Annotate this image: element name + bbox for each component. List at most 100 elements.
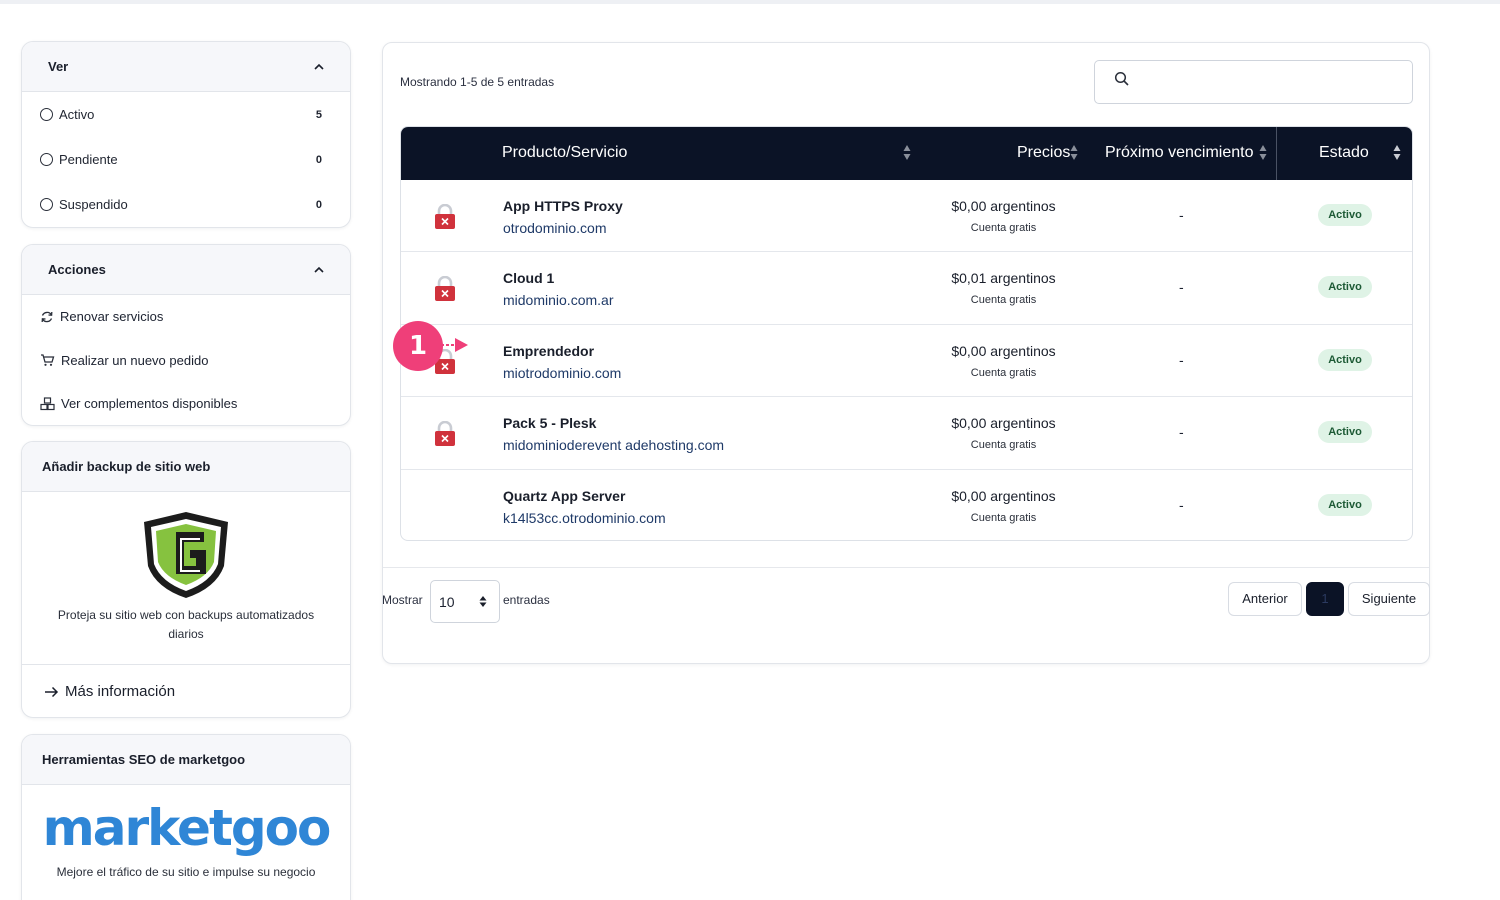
chevron-up-icon[interactable] xyxy=(314,62,324,72)
billing-type: Cuenta gratis xyxy=(970,222,1037,234)
product-price: $0,01 argentinos xyxy=(951,270,1056,287)
view-filter-suspendido[interactable]: Suspendido 0 xyxy=(22,182,350,227)
refresh-icon xyxy=(41,311,53,322)
product-price: $0,00 argentinos xyxy=(951,198,1056,214)
table-row[interactable]: Emprendedor miotrodominio.com $0,00 arge… xyxy=(401,325,1412,398)
marketgoo-logo: marketgoo xyxy=(42,799,332,857)
more-info-label: Más información xyxy=(65,683,176,700)
table-row[interactable]: Pack 5 - Plesk midominioderevent adehost… xyxy=(401,397,1412,470)
backup-promo-description: Proteja su sitio web con backups automat… xyxy=(57,608,315,641)
services-table: Producto/Servicio Precios Próximo vencim… xyxy=(400,126,1413,541)
column-status[interactable]: Estado xyxy=(1319,144,1369,162)
table-footer: Mostrar 10 entradas Anterior 1 Siguiente xyxy=(382,580,1430,624)
product-name[interactable]: App HTTPS Proxy xyxy=(503,198,623,214)
arrow-right-icon xyxy=(45,686,59,697)
action-label: Realizar un nuevo pedido xyxy=(61,352,209,368)
services-table-container: Mostrando 1-5 de 5 entradas Producto/Ser… xyxy=(383,43,1429,568)
action-label: Renovar servicios xyxy=(60,309,164,325)
next-due-date: - xyxy=(1179,207,1184,223)
step-callout-badge: 1 xyxy=(393,321,443,371)
table-row[interactable]: App HTTPS Proxy otrodominio.com $0,00 ar… xyxy=(401,180,1412,253)
lock-icon xyxy=(435,421,455,447)
product-name[interactable]: Quartz App Server xyxy=(503,488,625,504)
action-renew-services[interactable]: Renovar servicios xyxy=(22,295,350,339)
action-new-order[interactable]: Realizar un nuevo pedido xyxy=(22,339,350,383)
page-1-button[interactable]: 1 xyxy=(1306,582,1344,616)
billing-type: Cuenta gratis xyxy=(970,511,1037,524)
show-label: Mostrar xyxy=(382,593,423,607)
sort-icon[interactable] xyxy=(903,144,911,161)
view-filter-title: Ver xyxy=(48,59,69,74)
shield-logo-icon xyxy=(144,512,228,598)
backup-promo-title: Añadir backup de sitio web xyxy=(42,459,211,474)
billing-type: Cuenta gratis xyxy=(970,439,1037,452)
backup-promo-body: Proteja su sitio web con backups automat… xyxy=(22,492,350,664)
entries-label: entradas xyxy=(503,593,550,607)
table-row[interactable]: Quartz App Server k14l53cc.otrodominio.c… xyxy=(401,470,1412,540)
product-domain[interactable]: otrodominio.com xyxy=(503,220,607,236)
seo-promo-description: Mejore el tráfico de su sitio e impulse … xyxy=(56,865,316,879)
view-filter-panel: Ver Activo 5 Pendiente 0 Suspendido 0 xyxy=(21,41,351,228)
seo-promo-header: Herramientas SEO de marketgoo xyxy=(22,735,350,785)
seo-promo-panel: Herramientas SEO de marketgoo marketgoo … xyxy=(21,734,351,900)
product-domain[interactable]: midominio.com.ar xyxy=(503,292,613,308)
view-filter-label: Pendiente xyxy=(59,152,118,167)
product-price: $0,00 argentinos xyxy=(951,415,1056,432)
select-arrows-icon xyxy=(479,596,487,607)
next-due-date: - xyxy=(1179,351,1184,368)
status-badge: Activo xyxy=(1318,493,1372,516)
cart-icon xyxy=(41,354,55,367)
sort-icon[interactable] xyxy=(1259,144,1267,161)
previous-page-button[interactable]: Anterior xyxy=(1228,582,1302,616)
product-domain[interactable]: miotrodominio.com xyxy=(503,365,621,381)
radio-icon[interactable] xyxy=(40,108,53,121)
chevron-up-icon[interactable] xyxy=(314,265,324,275)
product-domain[interactable]: k14l53cc.otrodominio.com xyxy=(503,510,666,526)
view-filter-pendiente[interactable]: Pendiente 0 xyxy=(22,137,350,182)
page-size-select[interactable]: 10 xyxy=(430,580,500,623)
backup-promo-header: Añadir backup de sitio web xyxy=(22,442,350,492)
status-badge: Activo xyxy=(1318,348,1372,371)
seo-promo-title: Herramientas SEO de marketgoo xyxy=(42,752,246,767)
next-due-date: - xyxy=(1179,496,1184,513)
actions-header[interactable]: Acciones xyxy=(22,245,350,295)
next-due-date: - xyxy=(1179,424,1184,441)
more-info-link[interactable]: Más información xyxy=(22,664,350,717)
table-header: Producto/Servicio Precios Próximo vencim… xyxy=(401,127,1412,180)
product-domain[interactable]: midominioderevent adehosting.com xyxy=(503,437,724,453)
view-filter-label: Activo xyxy=(59,107,95,122)
lock-icon xyxy=(435,204,455,229)
callout-arrow-icon xyxy=(441,338,468,352)
sort-icon[interactable] xyxy=(1070,144,1078,161)
product-name[interactable]: Cloud 1 xyxy=(503,270,554,286)
product-name[interactable]: Pack 5 - Plesk xyxy=(503,415,596,431)
view-filter-count: 0 xyxy=(315,153,322,166)
action-label: Ver complementos disponibles xyxy=(61,396,238,412)
product-name[interactable]: Emprendedor xyxy=(503,343,594,359)
view-filter-header[interactable]: Ver xyxy=(22,42,350,92)
action-view-addons[interactable]: Ver complementos disponibles xyxy=(22,382,350,425)
status-badge: Activo xyxy=(1318,276,1372,299)
page-size-value: 10 xyxy=(439,594,455,610)
sort-icon[interactable] xyxy=(1393,144,1401,161)
radio-icon[interactable] xyxy=(40,153,53,166)
table-row[interactable]: Cloud 1 midominio.com.ar $0,01 argentino… xyxy=(401,252,1412,325)
next-due-date: - xyxy=(1179,279,1184,296)
column-product[interactable]: Producto/Servicio xyxy=(502,144,627,162)
column-next-due[interactable]: Próximo vencimiento xyxy=(1105,144,1254,162)
column-price[interactable]: Precios xyxy=(1017,144,1070,162)
view-filter-activo[interactable]: Activo 5 xyxy=(22,92,350,137)
next-page-button[interactable]: Siguiente xyxy=(1348,582,1430,616)
status-badge: Activo xyxy=(1318,204,1372,226)
billing-type: Cuenta gratis xyxy=(970,294,1037,307)
search-input[interactable] xyxy=(1094,60,1413,104)
actions-panel: Acciones Renovar servicios Realizar un n… xyxy=(21,244,351,426)
view-filter-label: Suspendido xyxy=(59,197,128,212)
status-badge: Activo xyxy=(1318,421,1372,444)
product-price: $0,00 argentinos xyxy=(951,487,1056,504)
column-divider xyxy=(1276,127,1277,180)
radio-icon[interactable] xyxy=(40,198,53,211)
backup-promo-panel: Añadir backup de sitio web Proteja su si… xyxy=(21,441,351,718)
billing-type: Cuenta gratis xyxy=(970,366,1037,379)
top-band xyxy=(0,0,1500,4)
